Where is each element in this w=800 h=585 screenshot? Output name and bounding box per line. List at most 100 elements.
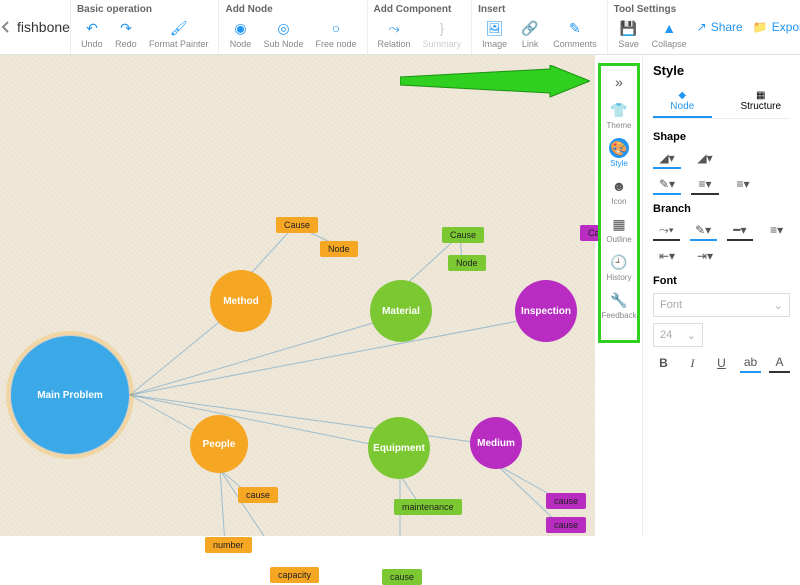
outline-button[interactable]: ▦Outline: [604, 212, 633, 246]
node-inspection[interactable]: Inspection: [515, 280, 577, 342]
share-icon: ↗: [697, 20, 707, 34]
chevron-left-icon: [0, 21, 12, 33]
redo-icon: ↷: [117, 19, 135, 37]
tab-node[interactable]: ◆Node: [653, 86, 712, 118]
section-title-addcomp: Add Component: [374, 4, 466, 15]
tag-cause-equipment[interactable]: cause: [382, 569, 422, 585]
node-main-problem[interactable]: Main Problem: [10, 335, 130, 455]
smile-icon: ☻: [609, 176, 629, 196]
theme-button[interactable]: 👕Theme: [605, 98, 634, 132]
font-select[interactable]: Font⌄: [653, 293, 790, 317]
node-equipment[interactable]: Equipment: [368, 417, 430, 479]
icon-button[interactable]: ☻Icon: [607, 174, 631, 208]
subnode-button[interactable]: ◎Sub Node: [259, 17, 307, 51]
font-size-select[interactable]: 24⌄: [653, 323, 703, 347]
link-button[interactable]: 🔗Link: [515, 17, 545, 51]
relation-button[interactable]: ⤳Relation: [374, 17, 415, 51]
section-tool: Tool Settings 💾Save ▲Collapse: [607, 0, 697, 54]
tag-capacity[interactable]: capacity: [270, 567, 319, 583]
bold-button[interactable]: B: [653, 353, 674, 373]
export-button[interactable]: 📁Export: [753, 20, 800, 34]
image-button[interactable]: 🖼Image: [478, 17, 511, 51]
image-icon: 🖼: [486, 19, 504, 37]
feedback-button[interactable]: 🔧Feedback: [599, 288, 638, 322]
freenode-button[interactable]: ○Free node: [312, 17, 361, 51]
structure-tab-icon: ▦: [756, 90, 765, 101]
right-panel: Style ◆Node ▦Structure Shape ◢▾ ◢▾ ✎▾ ≡▾…: [642, 55, 800, 536]
fill-button[interactable]: ◢▾: [653, 149, 681, 169]
subnode-icon: ◎: [274, 19, 292, 37]
branch-style-button[interactable]: ⤳▾: [653, 221, 680, 241]
style-button[interactable]: 🎨Style: [607, 136, 631, 170]
save-icon: 💾: [620, 19, 638, 37]
panel-title: Style: [653, 63, 790, 78]
expand-button[interactable]: »: [607, 70, 631, 94]
section-title-addnode: Add Node: [225, 4, 360, 15]
side-toolbar: » 👕Theme 🎨Style ☻Icon ▦Outline 🕘History …: [598, 63, 640, 343]
section-branch: Branch: [653, 203, 790, 215]
tag-cause-material[interactable]: Cause: [442, 227, 484, 243]
highlight-button[interactable]: ab: [740, 353, 761, 373]
border-style-button[interactable]: ≡▾: [691, 175, 719, 195]
tag-cause-medium1[interactable]: cause: [546, 493, 586, 509]
summary-button[interactable]: }Summary: [419, 17, 466, 51]
tag-node-material[interactable]: Node: [448, 255, 486, 271]
section-insert: Insert 🖼Image 🔗Link ✎Comments: [471, 0, 607, 54]
relation-icon: ⤳: [385, 19, 403, 37]
node-method[interactable]: Method: [210, 270, 272, 332]
section-font: Font: [653, 275, 790, 287]
clock-icon: 🕘: [609, 252, 629, 272]
tag-cause-method[interactable]: Cause: [276, 217, 318, 233]
tag-number[interactable]: number: [205, 537, 252, 553]
stroke-button[interactable]: ✎▾: [653, 175, 681, 195]
comments-icon: ✎: [566, 19, 584, 37]
branch-line-button[interactable]: ━▾: [727, 221, 754, 241]
tag-maintenance[interactable]: maintenance: [394, 499, 462, 515]
tag-cause-people[interactable]: cause: [238, 487, 278, 503]
export-icon: 📁: [753, 20, 768, 34]
wrench-icon: 🔧: [609, 290, 629, 310]
brush-icon: 🖌: [170, 19, 188, 37]
underline-button[interactable]: U: [711, 353, 732, 373]
collapse-icon: ▲: [660, 19, 678, 37]
node-icon: ◉: [231, 19, 249, 37]
italic-button[interactable]: I: [682, 353, 703, 373]
indent-in-button[interactable]: ⇥▾: [691, 247, 719, 267]
node-tab-icon: ◆: [678, 90, 686, 101]
chevron-down-icon: ⌄: [774, 299, 783, 312]
tag-node-method[interactable]: Node: [320, 241, 358, 257]
save-button[interactable]: 💾Save: [614, 17, 644, 51]
color-button[interactable]: A: [769, 353, 790, 373]
chevron-right-icon: »: [609, 72, 629, 92]
canvas[interactable]: Main Problem Method Material Inspection …: [0, 55, 595, 536]
branch-color-button[interactable]: ✎▾: [690, 221, 717, 241]
tab-structure[interactable]: ▦Structure: [732, 86, 791, 118]
comments-button[interactable]: ✎Comments: [549, 17, 601, 51]
section-shape: Shape: [653, 131, 790, 143]
section-title-basic: Basic operation: [77, 4, 213, 15]
chevron-down-icon: ⌄: [687, 329, 696, 342]
topbar: fishbone Basic operation ↶Undo ↷Redo 🖌Fo…: [0, 0, 800, 55]
summary-icon: }: [433, 19, 451, 37]
palette-icon: 🎨: [609, 138, 629, 158]
shirt-icon: 👕: [609, 100, 629, 120]
redo-button[interactable]: ↷Redo: [111, 17, 141, 51]
back-button[interactable]: [0, 0, 12, 54]
section-addnode: Add Node ◉Node ◎Sub Node ○Free node: [218, 0, 366, 54]
node-material[interactable]: Material: [370, 280, 432, 342]
tag-cause-medium2[interactable]: cause: [546, 517, 586, 533]
border-width-button[interactable]: ≡▾: [729, 175, 757, 195]
format-painter-button[interactable]: 🖌Format Painter: [145, 17, 213, 51]
indent-out-button[interactable]: ⇤▾: [653, 247, 681, 267]
fill2-button[interactable]: ◢▾: [691, 149, 719, 169]
node-people[interactable]: People: [190, 415, 248, 473]
share-button[interactable]: ↗Share: [697, 20, 743, 34]
collapse-button[interactable]: ▲Collapse: [648, 17, 691, 51]
grid-icon: ▦: [609, 214, 629, 234]
branch-width-button[interactable]: ≡▾: [763, 221, 790, 241]
history-button[interactable]: 🕘History: [605, 250, 634, 284]
node-medium[interactable]: Medium: [470, 417, 522, 469]
node-button[interactable]: ◉Node: [225, 17, 255, 51]
undo-button[interactable]: ↶Undo: [77, 17, 107, 51]
section-basic: Basic operation ↶Undo ↷Redo 🖌Format Pain…: [70, 0, 219, 54]
